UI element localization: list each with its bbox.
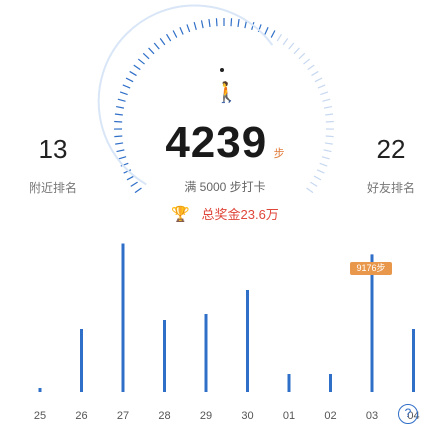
gauge-tick <box>126 175 135 181</box>
day-label-01: 01 <box>282 410 296 422</box>
gauge-tick <box>282 38 289 46</box>
step-count: 4239 步 <box>150 118 300 168</box>
gauge-tick <box>325 135 334 138</box>
day-label-25: 25 <box>33 410 47 422</box>
day-label-02: 02 <box>324 410 337 422</box>
day-bar-28[interactable] <box>163 320 166 392</box>
gauge-tick <box>116 149 125 153</box>
gauge-tick <box>237 18 240 28</box>
gauge-tick <box>264 26 269 35</box>
day-bar-02[interactable] <box>329 374 332 392</box>
nearby-rank[interactable]: 13 附近排名 <box>8 134 98 196</box>
highlight-bar-label: 9176步 <box>350 262 392 275</box>
gauge-tick <box>314 77 323 83</box>
gauge-tick <box>186 24 191 33</box>
gauge-tick <box>276 33 282 42</box>
day-label-28: 28 <box>158 410 171 422</box>
gauge-tick <box>316 169 325 174</box>
gauge-tick <box>115 142 124 145</box>
gauge-tick <box>133 64 141 71</box>
friend-rank-label: 好友排名 <box>366 181 415 195</box>
prize-row[interactable]: 🏆 总奖金23.6万 <box>150 204 300 223</box>
gauge-tick <box>325 113 334 116</box>
day-bar-04[interactable] <box>412 329 415 392</box>
gauge-tick <box>298 52 306 60</box>
nearby-rank-label: 附近排名 <box>28 181 77 195</box>
day-bar-27[interactable] <box>121 243 125 393</box>
day-label-03: 03 <box>365 410 379 422</box>
gauge-tick <box>122 84 131 89</box>
gauge-tick <box>320 91 329 96</box>
gauge-tick <box>137 58 145 65</box>
day-bar-29[interactable] <box>204 314 208 392</box>
gauge-tick <box>166 33 172 42</box>
gauge-tick <box>117 98 126 102</box>
gauge-tick <box>270 30 276 38</box>
day-bar-26[interactable] <box>80 329 83 392</box>
gauge-tick <box>323 105 333 109</box>
gauge-tick <box>293 47 300 55</box>
friend-rank[interactable]: 22 好友排名 <box>346 134 436 196</box>
gauge-tick <box>317 84 326 89</box>
target-text: 满 5000 步打卡 <box>184 180 266 194</box>
gauge-tick <box>324 142 333 145</box>
day-bar-30[interactable] <box>246 290 249 392</box>
gauge-tick <box>322 98 331 102</box>
day-bar-25[interactable] <box>38 388 42 392</box>
gauge-tick <box>114 135 123 138</box>
gauge-indicator-dot <box>220 68 224 72</box>
day-label-26: 26 <box>75 410 88 422</box>
gauge-tick <box>200 20 204 29</box>
gauge-tick <box>307 64 315 71</box>
gauge-tick <box>288 42 295 50</box>
help-icon[interactable]: ? <box>398 404 418 424</box>
friend-rank-value: 22 <box>376 134 406 164</box>
gauge-tick <box>115 105 125 109</box>
gauge-tick <box>179 26 184 35</box>
gauge-tick <box>321 156 330 160</box>
gauge-tick <box>230 18 233 27</box>
gauge-tick <box>129 70 137 77</box>
gauge-tick <box>148 47 155 55</box>
prize-text: 总奖金23.6万 <box>201 207 279 222</box>
trophy-icon: 🏆 <box>171 206 190 223</box>
gauge-tick <box>215 18 218 27</box>
day-bar-03[interactable] <box>370 254 374 392</box>
gauge-tick <box>134 187 142 194</box>
walking-person-icon: 🚶 <box>214 82 239 104</box>
day-bar-01[interactable] <box>287 374 291 392</box>
gauge-tick <box>310 181 318 187</box>
step-dashboard: 🚶 13 附近排名 22 好友排名 4239 步 满 5000 步打卡 🏆 总奖… <box>0 0 448 442</box>
gauge-tick <box>323 149 332 153</box>
gauge-tick <box>208 18 211 28</box>
gauge-tick <box>153 42 160 50</box>
gauge-tick <box>142 52 150 60</box>
day-label-27: 27 <box>116 410 130 422</box>
gauge-tick <box>306 187 314 194</box>
gauge-tick <box>114 113 123 116</box>
gauge-tick <box>303 58 311 65</box>
gauge-tick <box>130 181 138 187</box>
gauge-tick <box>193 21 197 30</box>
gauge-tick <box>118 156 127 160</box>
gauge-tick <box>125 77 134 83</box>
nearby-rank-value: 13 <box>38 134 68 164</box>
gauge-tick <box>159 38 166 46</box>
gauge-tick <box>119 91 128 96</box>
day-label-29: 29 <box>199 410 213 422</box>
step-count-value: 4239 <box>165 118 268 167</box>
gauge-tick <box>319 162 328 167</box>
gauge-tick <box>313 175 322 181</box>
gauge-tick <box>311 70 319 77</box>
step-count-unit: 步 <box>273 148 285 160</box>
day-label-30: 30 <box>241 410 254 422</box>
gauge-tick <box>172 30 178 38</box>
